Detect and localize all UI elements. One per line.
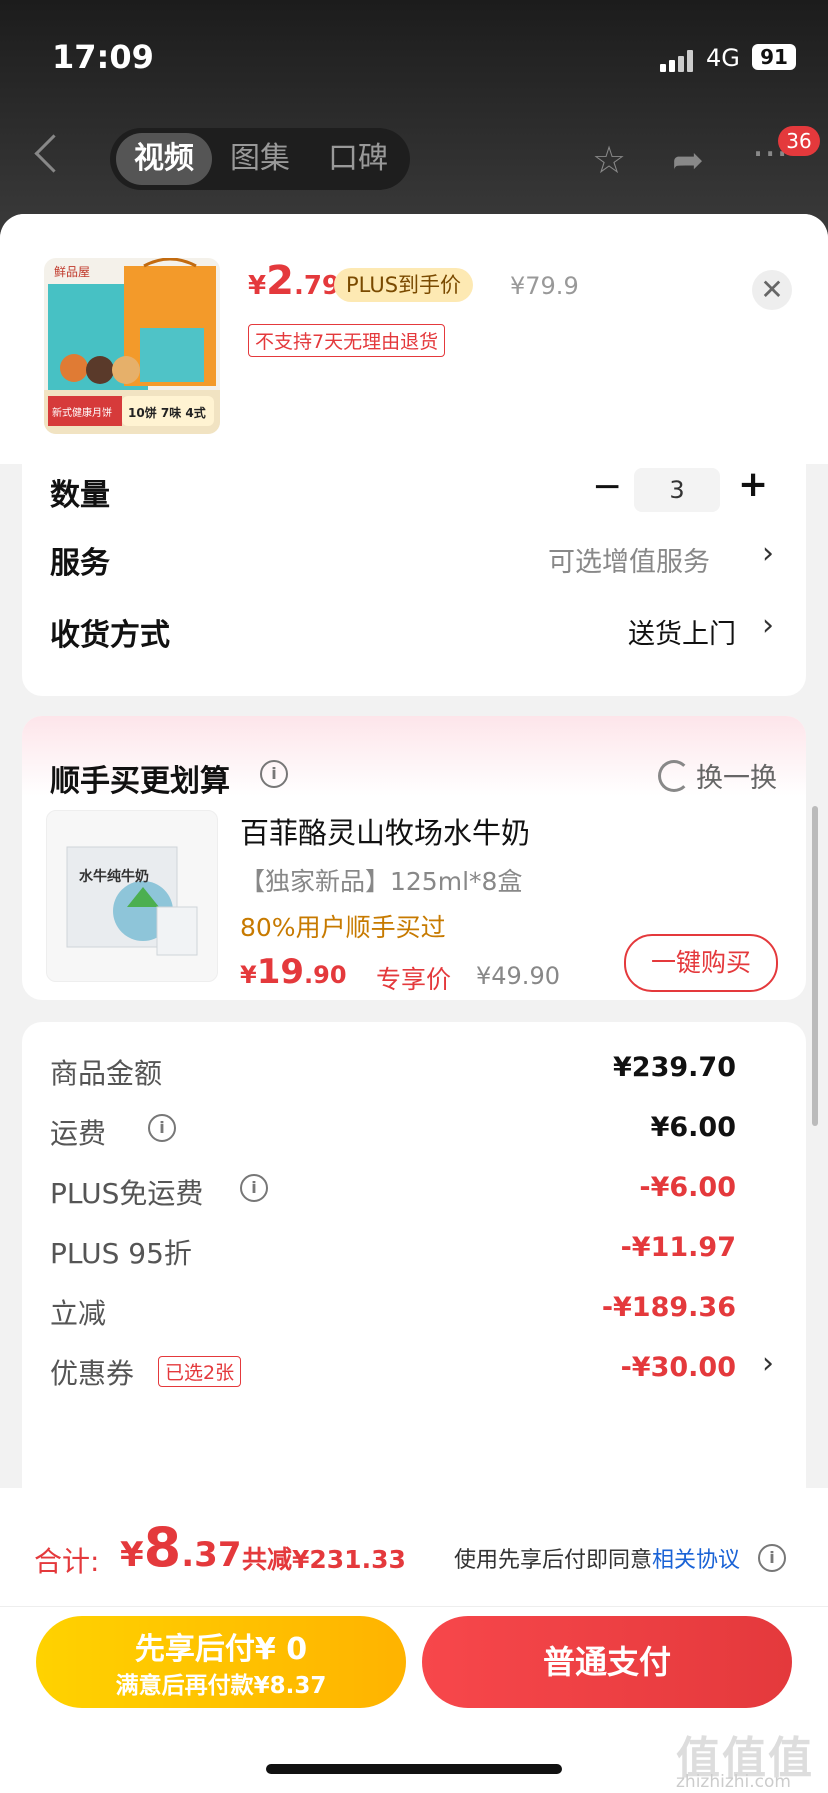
chevron-right-icon: ›: [762, 608, 774, 643]
coupon-selected-tag: 已选2张: [158, 1356, 242, 1387]
total-price: ¥8.37: [120, 1516, 241, 1579]
normal-pay-button[interactable]: 普通支付: [422, 1616, 792, 1708]
service-label: 服务: [50, 546, 110, 581]
recommend-thumb-text: 水牛纯牛奶: [79, 868, 149, 885]
total-saved: 共减¥231.33: [242, 1545, 406, 1574]
instant-discount-value: -¥189.36: [601, 1292, 736, 1323]
tab-gallery[interactable]: 图集: [230, 128, 290, 190]
info-icon[interactable]: i: [260, 760, 288, 788]
delivery-value: 送货上门: [628, 619, 736, 650]
one-click-buy-button[interactable]: 一键购买: [624, 934, 778, 992]
price-integer: 8: [143, 1516, 182, 1579]
plus-discount-value: -¥11.97: [620, 1232, 736, 1263]
agreement-text: 使用先享后付即同意相关协议: [454, 1542, 740, 1574]
agreement-link[interactable]: 相关协议: [652, 1548, 740, 1573]
network-type: 4G: [706, 44, 740, 72]
coupon-value: -¥30.00: [620, 1352, 736, 1383]
pay-later-button[interactable]: 先享后付¥ 0 满意后再付款¥8.37: [36, 1616, 406, 1708]
coupon-row[interactable]: 优惠券 已选2张 -¥30.00 ›: [22, 1340, 806, 1410]
delivery-label: 收货方式: [50, 618, 170, 653]
service-row[interactable]: 服务 可选增值服务 ›: [22, 526, 806, 582]
pay-later-subtitle: 满意后再付款¥8.37: [115, 1673, 327, 1699]
quantity-plus-button[interactable]: +: [738, 464, 768, 505]
back-icon[interactable]: [34, 134, 73, 173]
options-card: 数量 − 3 + 服务 可选增值服务 › 收货方式 送货上门 ›: [22, 464, 806, 696]
goods-amount-value: ¥239.70: [613, 1052, 736, 1083]
battery-icon: 91: [752, 44, 796, 70]
scrollbar[interactable]: [812, 806, 818, 1126]
pay-later-title: 先享后付¥ 0: [134, 1632, 308, 1667]
info-icon[interactable]: i: [758, 1544, 786, 1572]
share-icon[interactable]: ➦: [672, 138, 704, 182]
price-currency: ¥: [240, 961, 257, 989]
close-icon[interactable]: ✕: [752, 270, 792, 310]
original-price: ¥79.9: [510, 272, 579, 300]
price-integer: 2: [266, 258, 294, 304]
chevron-right-icon: ›: [762, 536, 774, 571]
thumb-label: 新式健康月饼: [52, 406, 112, 419]
price-currency: ¥: [248, 271, 267, 301]
price-integer: 19: [256, 952, 305, 992]
goods-amount-label: 商品金额: [50, 1057, 163, 1090]
quantity-minus-button[interactable]: −: [592, 466, 622, 507]
page-backdrop: 17:09 4G 91 视频 图集 口碑 ☆ ➦ ··· 36: [0, 0, 828, 240]
home-indicator[interactable]: [266, 1764, 562, 1774]
product-header: 鲜品屋 新式健康月饼 10饼 7味 4式 ¥2.79 PLUS到手价 ¥79.9…: [0, 214, 828, 464]
divider: [0, 1606, 828, 1607]
shipping-label: 运费: [50, 1117, 107, 1150]
plus-discount-label: PLUS 95折: [50, 1237, 192, 1270]
quantity-label: 数量: [50, 478, 110, 513]
recommend-name[interactable]: 百菲酪灵山牧场水牛奶: [240, 810, 530, 852]
signal-icon: [660, 50, 696, 72]
recommend-price-tag: 专享价: [376, 965, 452, 994]
service-value: 可选增值服务: [548, 547, 710, 578]
recommend-title: 顺手买更划算: [50, 764, 230, 799]
message-badge: 36: [778, 126, 820, 156]
watermark-url: zhizhizhi.com: [676, 1772, 791, 1792]
thumb-brand: 鲜品屋: [54, 265, 90, 279]
delivery-row[interactable]: 收货方式 送货上门 ›: [22, 596, 806, 653]
price-decimal: .90: [304, 961, 347, 989]
recommend-original-price: ¥49.90: [476, 962, 560, 990]
media-tabs: 视频 图集 口碑: [110, 128, 410, 190]
no-return-tag: 不支持7天无理由退货: [248, 324, 446, 357]
swap-button[interactable]: 换一换: [696, 756, 777, 795]
status-time: 17:09: [52, 38, 154, 76]
coupon-label: 优惠券: [50, 1357, 135, 1390]
plus-free-shipping-value: -¥6.00: [639, 1172, 736, 1203]
price-currency: ¥: [120, 1535, 144, 1575]
refresh-icon: [658, 760, 690, 792]
recommend-card: 顺手买更划算 i 换一换 水牛纯牛奶 百菲酪灵山牧场水牛奶 【独家新品】125m…: [22, 716, 806, 1000]
star-icon[interactable]: ☆: [592, 138, 626, 182]
instant-discount-label: 立减: [50, 1297, 107, 1330]
chevron-right-icon: ›: [762, 1346, 774, 1381]
recommend-price: ¥19.90: [240, 952, 347, 992]
recommend-buyers: 80%用户顺手买过: [240, 913, 446, 942]
thumb-badge: 10饼 7味 4式: [128, 405, 206, 420]
plus-price-tag: PLUS到手价: [334, 268, 474, 302]
product-price: ¥2.79: [248, 258, 340, 304]
info-icon[interactable]: i: [148, 1114, 176, 1142]
bottom-bar: 合计: ¥8.37 共减¥231.33 使用先享后付即同意相关协议 i 先享后付…: [0, 1488, 828, 1793]
recommend-spec: 【独家新品】125ml*8盒: [240, 867, 523, 896]
price-decimal: .37: [181, 1535, 242, 1575]
quantity-row: 数量 − 3 +: [22, 464, 806, 516]
tab-reviews[interactable]: 口碑: [328, 128, 388, 190]
recommend-image[interactable]: 水牛纯牛奶: [46, 810, 218, 982]
quantity-input[interactable]: 3: [634, 468, 720, 512]
product-image: 鲜品屋 新式健康月饼 10饼 7味 4式: [44, 258, 220, 434]
tab-video[interactable]: 视频: [116, 133, 212, 185]
shipping-value: ¥6.00: [650, 1112, 736, 1143]
total-label: 合计:: [34, 1545, 100, 1578]
plus-free-shipping-label: PLUS免运费: [50, 1177, 204, 1210]
agreement-prefix: 使用先享后付即同意: [454, 1548, 653, 1573]
info-icon[interactable]: i: [240, 1174, 268, 1202]
